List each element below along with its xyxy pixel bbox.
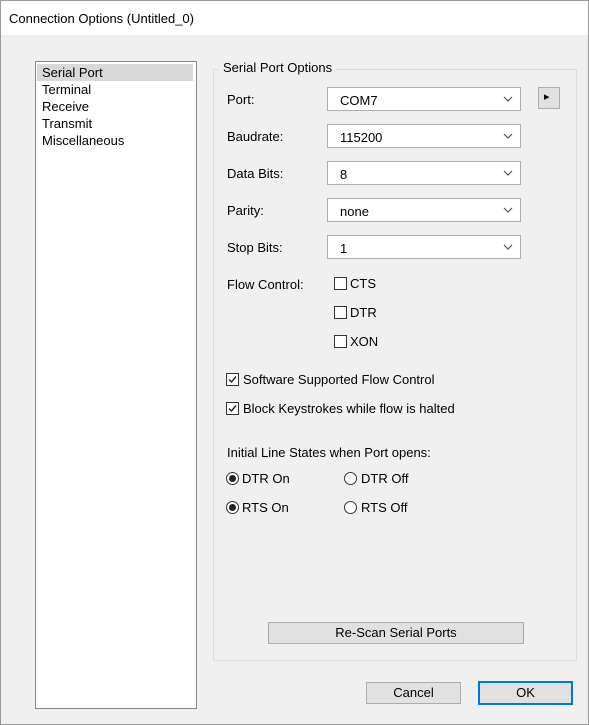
- dtr-checkbox[interactable]: [334, 306, 347, 319]
- port-value: COM7: [340, 93, 378, 108]
- baudrate-select[interactable]: 115200: [327, 124, 521, 148]
- triangle-right-icon: ▸: [544, 91, 550, 103]
- rts-off-label: RTS Off: [361, 500, 408, 515]
- line-states-label: Initial Line States when Port opens:: [227, 445, 431, 460]
- dtr-off-label: DTR Off: [361, 471, 409, 486]
- cts-checkbox[interactable]: [334, 277, 347, 290]
- rts-on-radio[interactable]: [226, 501, 239, 514]
- parity-label: Parity:: [227, 203, 264, 218]
- checkmark-icon: [228, 405, 237, 413]
- software-flow-checkbox[interactable]: [226, 373, 239, 386]
- chevron-down-icon: [503, 244, 513, 250]
- stop-bits-select[interactable]: 1: [327, 235, 521, 259]
- rescan-serial-ports-button[interactable]: Re-Scan Serial Ports: [268, 622, 524, 644]
- chevron-down-icon: [503, 133, 513, 139]
- dtr-off-radio[interactable]: [344, 472, 357, 485]
- software-flow-label: Software Supported Flow Control: [243, 372, 435, 387]
- block-keystrokes-label: Block Keystrokes while flow is halted: [243, 401, 455, 416]
- rts-on-label: RTS On: [242, 500, 289, 515]
- dtr-on-label: DTR On: [242, 471, 290, 486]
- chevron-down-icon: [503, 207, 513, 213]
- category-item-transmit[interactable]: Transmit: [37, 115, 193, 132]
- connection-options-dialog: Connection Options (Untitled_0) Serial P…: [0, 0, 589, 725]
- title-bar[interactable]: Connection Options (Untitled_0): [1, 1, 588, 35]
- dtr-on-radio[interactable]: [226, 472, 239, 485]
- port-label: Port:: [227, 92, 255, 107]
- cts-label: CTS: [350, 276, 376, 291]
- dtr-label: DTR: [350, 305, 377, 320]
- flow-control-label: Flow Control:: [227, 277, 304, 292]
- data-bits-select[interactable]: 8: [327, 161, 521, 185]
- ok-button[interactable]: OK: [478, 681, 573, 705]
- parity-value: none: [340, 204, 369, 219]
- data-bits-label: Data Bits:: [227, 166, 284, 181]
- chevron-down-icon: [503, 170, 513, 176]
- cancel-button[interactable]: Cancel: [366, 682, 461, 704]
- port-select[interactable]: COM7: [327, 87, 521, 111]
- parity-select[interactable]: none: [327, 198, 521, 222]
- category-item-terminal[interactable]: Terminal: [37, 81, 193, 98]
- radio-dot: [229, 475, 236, 482]
- radio-dot: [229, 504, 236, 511]
- chevron-down-icon: [503, 96, 513, 102]
- stop-bits-value: 1: [340, 241, 348, 256]
- data-bits-value: 8: [340, 167, 348, 182]
- category-item-serial-port[interactable]: Serial Port: [37, 64, 193, 81]
- category-item-receive[interactable]: Receive: [37, 98, 193, 115]
- block-keystrokes-checkbox[interactable]: [226, 402, 239, 415]
- window-title: Connection Options (Untitled_0): [9, 11, 194, 26]
- stop-bits-label: Stop Bits:: [227, 240, 283, 255]
- checkmark-icon: [228, 376, 237, 384]
- baudrate-label: Baudrate:: [227, 129, 284, 144]
- group-title: Serial Port Options: [219, 60, 337, 75]
- category-item-miscellaneous[interactable]: Miscellaneous: [37, 132, 193, 149]
- rts-off-radio[interactable]: [344, 501, 357, 514]
- xon-checkbox[interactable]: [334, 335, 347, 348]
- category-list[interactable]: Serial Port Terminal Receive Transmit Mi…: [35, 61, 197, 709]
- baudrate-value: 115200: [340, 130, 383, 145]
- port-options-button[interactable]: ▸: [538, 87, 560, 109]
- serial-port-options-group: [213, 69, 577, 661]
- xon-label: XON: [350, 334, 379, 349]
